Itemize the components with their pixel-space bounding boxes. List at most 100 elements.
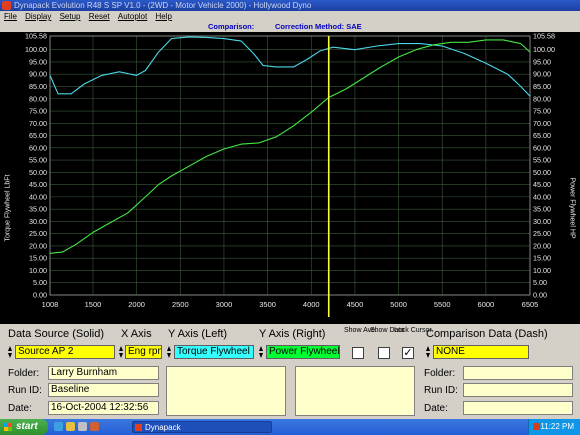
run-id-field[interactable]: Baseline — [48, 383, 159, 397]
x-tick-label: 6505 — [522, 300, 539, 309]
media-icon[interactable] — [90, 422, 99, 431]
comparison-notes-box[interactable] — [295, 366, 415, 416]
task-label: Dynapack — [145, 423, 181, 432]
menu-help[interactable]: Help — [155, 12, 171, 21]
y-tick-label-right: 95.00 — [533, 57, 551, 66]
y-tick-label-right: 25.00 — [533, 229, 551, 238]
dyno-plot[interactable]: 105.58 105.58 100.00 100.00 95.00 95.00 90.00 9… — [0, 32, 580, 324]
tray-app-icon[interactable] — [533, 423, 540, 430]
y-right-spinner-icon[interactable] — [259, 345, 264, 359]
clock: 11:22 PM — [540, 422, 574, 431]
menu-setup[interactable]: Setup — [60, 12, 81, 21]
x-tick-label: 1500 — [85, 300, 102, 309]
y-tick-label-right: 0.00 — [533, 291, 547, 300]
comparison-date-label: Date: — [424, 403, 448, 414]
y-tick-label-right: 55.00 — [533, 156, 551, 165]
y-tick-label-left: 105.58 — [25, 32, 47, 41]
y-tick-label-left: 70.00 — [29, 119, 47, 128]
y-tick-label-left: 40.00 — [29, 192, 47, 201]
comparison-run-id-field[interactable] — [463, 383, 573, 397]
x-tick-label: 2500 — [172, 300, 189, 309]
y-tick-label-left: 35.00 — [29, 205, 47, 214]
show-ave-checkbox[interactable] — [352, 347, 364, 359]
y-tick-label-left: 65.00 — [29, 131, 47, 140]
y-tick-label-right: 50.00 — [533, 168, 551, 177]
y-tick-label-left: 30.00 — [29, 217, 47, 226]
menu-autoplot[interactable]: Autoplot — [118, 12, 147, 21]
y-tick-label-right: 65.00 — [533, 131, 551, 140]
system-tray: 11:22 PM — [528, 419, 580, 435]
menu-reset[interactable]: Reset — [89, 12, 110, 21]
x-tick-label: 6000 — [478, 300, 495, 309]
y-axis-right-label: Power Flywheel HP — [568, 177, 576, 239]
internet-explorer-icon[interactable] — [54, 422, 63, 431]
menu-file[interactable]: File — [4, 12, 17, 21]
comparison-date-field[interactable] — [463, 401, 573, 415]
window-title: Dynapack Evolution R48 S SP V1.0 - (2WD … — [14, 1, 312, 10]
y-tick-label-left: 0.00 — [33, 291, 47, 300]
y-axis-left-select[interactable]: Torque Flywheel — [174, 345, 254, 359]
y-tick-label-right: 80.00 — [533, 94, 551, 103]
comparison-folder-field[interactable] — [463, 366, 573, 380]
comparison-data-header: Comparison Data (Dash) — [426, 328, 548, 340]
y-tick-label-left: 5.00 — [33, 278, 47, 287]
start-button[interactable]: start — [0, 419, 48, 435]
comparison-label: Comparison: — [208, 22, 255, 31]
source-spinner-icon[interactable] — [8, 345, 13, 359]
y-tick-label-left: 75.00 — [29, 107, 47, 116]
y-tick-label-right: 45.00 — [533, 180, 551, 189]
y-axis-right-header: Y Axis (Right) — [259, 328, 326, 340]
dyno-chart[interactable]: 105.58 105.58 100.00 100.00 95.00 95.00 90.00 9… — [0, 32, 580, 324]
lock-cursor-checkbox[interactable]: ✓ — [402, 347, 414, 359]
correction-method: Correction Method: SAE — [275, 22, 362, 31]
y-tick-label-left: 25.00 — [29, 229, 47, 238]
folder-icon[interactable] — [66, 422, 75, 431]
comparison-run-id-label: Run ID: — [424, 385, 458, 396]
x-tick-label: 3500 — [259, 300, 276, 309]
comparison-spinner-icon[interactable] — [426, 345, 431, 359]
folder-label: Folder: — [8, 368, 40, 379]
source-notes-box[interactable] — [166, 366, 286, 416]
x-tick-label: 1008 — [42, 300, 59, 309]
y-axis-right-select[interactable]: Power Flywheel — [266, 345, 340, 359]
run-id-label: Run ID: — [8, 385, 42, 396]
desktop-icon[interactable] — [78, 422, 87, 431]
dynapack-task-icon — [135, 424, 142, 431]
y-tick-label-right: 85.00 — [533, 82, 551, 91]
folder-field[interactable]: Larry Burnham — [48, 366, 159, 380]
y-tick-label-left: 50.00 — [29, 168, 47, 177]
y-tick-label-left: 90.00 — [29, 70, 47, 79]
y-tick-label-left: 45.00 — [29, 180, 47, 189]
y-axis-left-label: Torque Flywheel LbFt — [4, 174, 12, 242]
plot-background — [0, 32, 580, 324]
y-tick-label-right: 30.00 — [533, 217, 551, 226]
x-axis-spinner-icon[interactable] — [119, 345, 124, 359]
y-tick-label-right: 5.00 — [533, 278, 547, 287]
y-tick-label-left: 20.00 — [29, 241, 47, 250]
start-label: start — [16, 421, 38, 432]
y-tick-label-right: 90.00 — [533, 70, 551, 79]
windows-flag-icon — [4, 423, 12, 431]
comparison-folder-label: Folder: — [424, 368, 456, 379]
y-tick-label-left: 10.00 — [29, 266, 47, 275]
x-tick-label: 4000 — [303, 300, 320, 309]
comparison-select[interactable]: NONE — [433, 345, 529, 359]
task-dynapack[interactable]: Dynapack — [132, 421, 272, 433]
y-tick-label-right: 20.00 — [533, 241, 551, 250]
y-tick-label-left: 80.00 — [29, 94, 47, 103]
x-tick-label: 4500 — [347, 300, 364, 309]
y-tick-label-right: 60.00 — [533, 143, 551, 152]
y-tick-label-right: 105.58 — [533, 32, 555, 41]
show-ave-label: Show Ave. — [344, 327, 377, 334]
date-field[interactable]: 16-Oct-2004 12:32:56 — [48, 401, 159, 415]
show-data-checkbox[interactable] — [378, 347, 390, 359]
y-tick-label-left: 15.00 — [29, 254, 47, 263]
data-source-select[interactable]: Source AP 2 — [15, 345, 115, 359]
y-tick-label-right: 100.00 — [533, 45, 555, 54]
y-left-spinner-icon[interactable] — [167, 345, 172, 359]
y-tick-label-right: 10.00 — [533, 266, 551, 275]
x-axis-select[interactable]: Eng rpm — [125, 345, 162, 359]
x-tick-label: 5500 — [434, 300, 451, 309]
title-bar: Dynapack Evolution R48 S SP V1.0 - (2WD … — [0, 0, 580, 11]
menu-display[interactable]: Display — [25, 12, 51, 21]
